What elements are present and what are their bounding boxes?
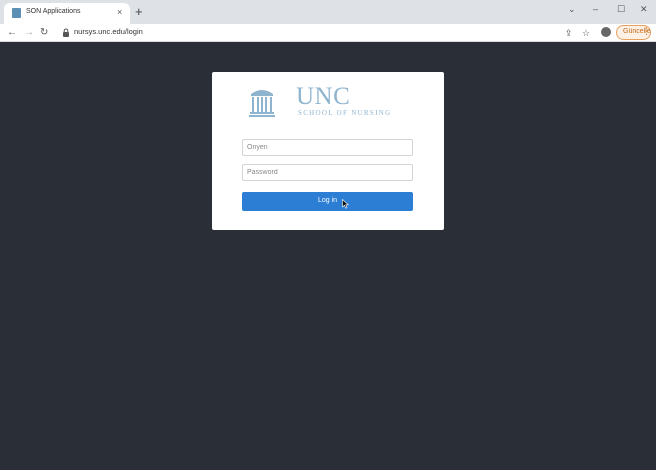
share-icon[interactable]: ⇪ (565, 26, 573, 40)
old-well-icon (249, 90, 275, 117)
window-close-icon[interactable]: ✕ (640, 4, 648, 14)
star-icon[interactable]: ☆ (582, 26, 590, 40)
browser-toolbar: ← → ↻ nursys.unc.edu/login ⇪ ☆ Güncelle … (0, 24, 656, 42)
reload-icon[interactable]: ↻ (40, 26, 48, 40)
new-tab-button[interactable]: + (135, 5, 143, 19)
profile-icon[interactable] (601, 27, 611, 37)
login-card: UNC SCHOOL OF NURSING Log in (212, 72, 444, 230)
menu-dots-icon: ⋮ (642, 26, 651, 36)
forward-icon[interactable]: → (24, 26, 34, 40)
login-button[interactable]: Log in (242, 192, 413, 211)
tab-close-icon[interactable]: × (117, 7, 122, 17)
logo-wordmark: UNC (296, 83, 351, 110)
login-button-label: Log in (317, 197, 338, 204)
address-bar[interactable]: nursys.unc.edu/login (74, 27, 143, 36)
onyen-input[interactable] (242, 139, 413, 156)
browser-tab[interactable]: SON Applications × (4, 3, 130, 24)
maximize-icon[interactable]: ☐ (617, 4, 625, 14)
update-button[interactable]: Güncelle ⋮ (616, 25, 651, 40)
minimize-icon[interactable]: – (593, 4, 598, 14)
mouse-cursor-icon (342, 199, 349, 209)
back-icon[interactable]: ← (7, 26, 17, 40)
logo-subtitle: SCHOOL OF NURSING (298, 109, 392, 117)
tab-strip: SON Applications × + ⌄ – ☐ ✕ (0, 0, 656, 24)
tab-search-icon[interactable]: ⌄ (568, 4, 576, 14)
favicon-icon (12, 8, 21, 18)
tab-title: SON Applications (26, 8, 81, 15)
password-input[interactable] (242, 164, 413, 181)
lock-icon[interactable] (62, 28, 70, 37)
